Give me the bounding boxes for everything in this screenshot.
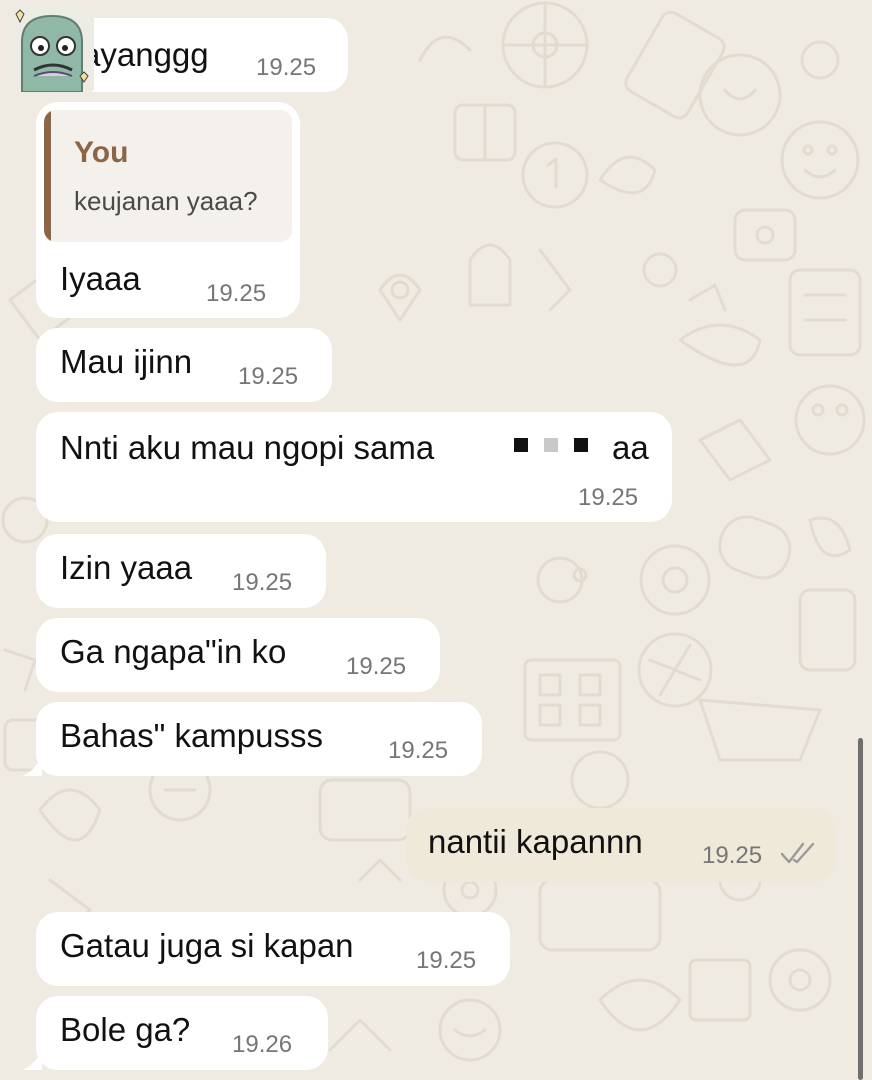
double-check-icon <box>780 842 815 864</box>
incoming-message[interactable]: Izin yaaa 19.25 <box>36 534 326 608</box>
incoming-message[interactable]: Bole ga? 19.26 <box>36 996 328 1070</box>
incoming-message[interactable]: Nnti aku mau ngopi sama aa 19.25 <box>36 412 672 522</box>
scrollbar[interactable] <box>858 738 863 1080</box>
message-text: Bole ga? <box>60 1011 191 1048</box>
quote-accent-bar <box>44 110 51 242</box>
message-time: 19.25 <box>416 947 477 974</box>
message-text: nantii kapannn <box>428 823 643 860</box>
message-text: Bahas" kampusss <box>60 717 324 754</box>
message-time: 19.25 <box>232 569 293 596</box>
redacted-name <box>514 438 598 452</box>
message-time: 19.25 <box>206 280 267 307</box>
message-time: 19.25 <box>388 737 449 764</box>
message-list[interactable]: Sayanggg 19.25 You keujanan yaaa? Iyaaa … <box>0 0 872 1080</box>
message-text: Nnti aku mau ngopi sama <box>60 429 435 466</box>
message-text: Gatau juga si kapan <box>60 927 354 964</box>
incoming-message[interactable]: Bahas" kampusss 19.25 <box>36 702 482 776</box>
message-time: 19.26 <box>232 1031 293 1058</box>
bubble-tail <box>22 756 42 776</box>
incoming-message[interactable]: Ga ngapa"in ko 19.25 <box>36 618 440 692</box>
message-text: Ga ngapa"in ko <box>60 633 287 670</box>
message-text: Iyaaa <box>60 260 141 297</box>
message-time: 19.25 <box>238 363 299 390</box>
bubble-tail <box>22 1050 42 1070</box>
message-time: 19.25 <box>256 54 317 81</box>
outgoing-message[interactable]: nantii kapannn 19.25 <box>406 808 836 882</box>
message-text: Mau ijinn <box>60 343 193 380</box>
message-text: Izin yaaa <box>60 549 193 586</box>
quoted-message[interactable]: You keujanan yaaa? <box>44 110 292 242</box>
incoming-message[interactable]: Gatau juga si kapan 19.25 <box>36 912 510 986</box>
message-text-end: aa <box>612 429 649 466</box>
quoted-text: keujanan yaaa? <box>74 186 258 216</box>
cartoon-sticker-avatar-icon[interactable] <box>8 6 94 92</box>
message-time: 19.25 <box>346 653 407 680</box>
message-time: 19.25 <box>578 484 639 511</box>
message-time: 19.25 <box>702 842 763 869</box>
quoted-author: You <box>74 136 129 169</box>
incoming-reply-message[interactable]: You keujanan yaaa? Iyaaa 19.25 <box>36 102 300 318</box>
incoming-message[interactable]: Mau ijinn 19.25 <box>36 328 332 402</box>
